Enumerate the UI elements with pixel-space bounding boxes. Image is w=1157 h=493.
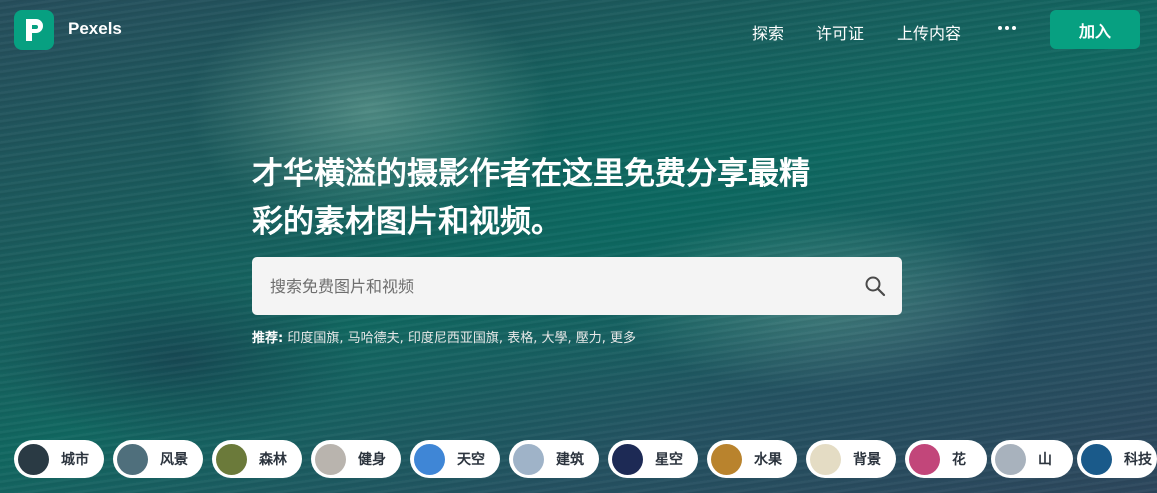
category-thumbnail [117,443,148,475]
category-label: 星空 [655,452,683,468]
hero-headline: 才华横溢的摄影作者在这里免费分享最精 彩的素材图片和视频。 [252,150,912,246]
suggestions-label: 推荐: [252,331,284,346]
category-thumbnail [909,443,940,475]
category-chip-fruit[interactable]: 水果 [707,440,797,478]
category-chip-fitness[interactable]: 健身 [311,440,401,478]
category-label: 科技 [1124,452,1152,468]
category-chip-background[interactable]: 背景 [806,440,896,478]
pexels-logo[interactable] [14,10,54,50]
category-chip-forest[interactable]: 森林 [212,440,302,478]
category-chip-sky[interactable]: 天空 [410,440,500,478]
category-thumbnail [216,443,247,475]
pexels-logo-icon [26,19,43,41]
category-chip-technology[interactable]: 科技 [1077,440,1157,478]
suggestion-link[interactable]: 印度国旗 [287,331,339,346]
hero-overlay [0,0,1157,493]
suggestion-more-link[interactable]: 更多 [610,331,636,346]
category-chip-architecture[interactable]: 建筑 [509,440,599,478]
category-label: 城市 [61,452,89,468]
search-bar [252,257,902,315]
category-label: 森林 [259,452,287,468]
nav-license-link[interactable]: 许可证 [816,20,864,44]
suggestion-link[interactable]: 印度尼西亚国旗 [408,331,499,346]
category-label: 风景 [160,452,188,468]
search-icon[interactable] [864,275,886,297]
join-button[interactable]: 加入 [1050,10,1140,49]
category-thumbnail [18,443,49,475]
category-thumbnail [1081,443,1112,475]
category-chip-city[interactable]: 城市 [14,440,104,478]
category-label: 健身 [358,452,386,468]
category-thumbnail [810,443,841,475]
category-thumbnail [711,443,742,475]
search-input[interactable] [252,257,852,315]
category-label: 花 [952,452,966,468]
category-label: 水果 [754,452,782,468]
brand-name[interactable]: Pexels [68,19,122,39]
category-label: 背景 [853,452,881,468]
headline-line-2: 彩的素材图片和视频。 [252,204,562,240]
nav-explore-link[interactable]: 探索 [752,20,784,44]
category-label: 建筑 [556,452,584,468]
category-chip-starry-sky[interactable]: 星空 [608,440,698,478]
category-chips: 城市 风景 森林 健身 天空 建筑 星空 水果 背景 花 山 科技 [14,440,1157,480]
suggestion-link[interactable]: 马哈德夫 [348,331,400,346]
suggestion-link[interactable]: 壓力 [576,331,602,346]
category-thumbnail [513,443,544,475]
category-thumbnail [414,443,445,475]
category-thumbnail [995,443,1026,475]
category-chip-mountain[interactable]: 山 [991,440,1073,478]
category-chip-landscape[interactable]: 风景 [113,440,203,478]
suggestion-link[interactable]: 大學 [541,331,567,346]
category-label: 山 [1038,452,1052,468]
headline-line-1: 才华横溢的摄影作者在这里免费分享最精 [252,156,810,192]
more-menu-icon[interactable] [998,26,1016,30]
suggestion-link[interactable]: 表格 [507,331,533,346]
nav-upload-link[interactable]: 上传内容 [897,20,961,44]
top-nav: Pexels 探索 许可证 上传内容 加入 [0,0,1157,60]
suggested-searches: 推荐: 印度国旗, 马哈德夫, 印度尼西亚国旗, 表格, 大學, 壓力, 更多 [252,331,637,346]
category-chip-flower[interactable]: 花 [905,440,987,478]
category-thumbnail [612,443,643,475]
category-label: 天空 [457,452,485,468]
category-thumbnail [315,443,346,475]
